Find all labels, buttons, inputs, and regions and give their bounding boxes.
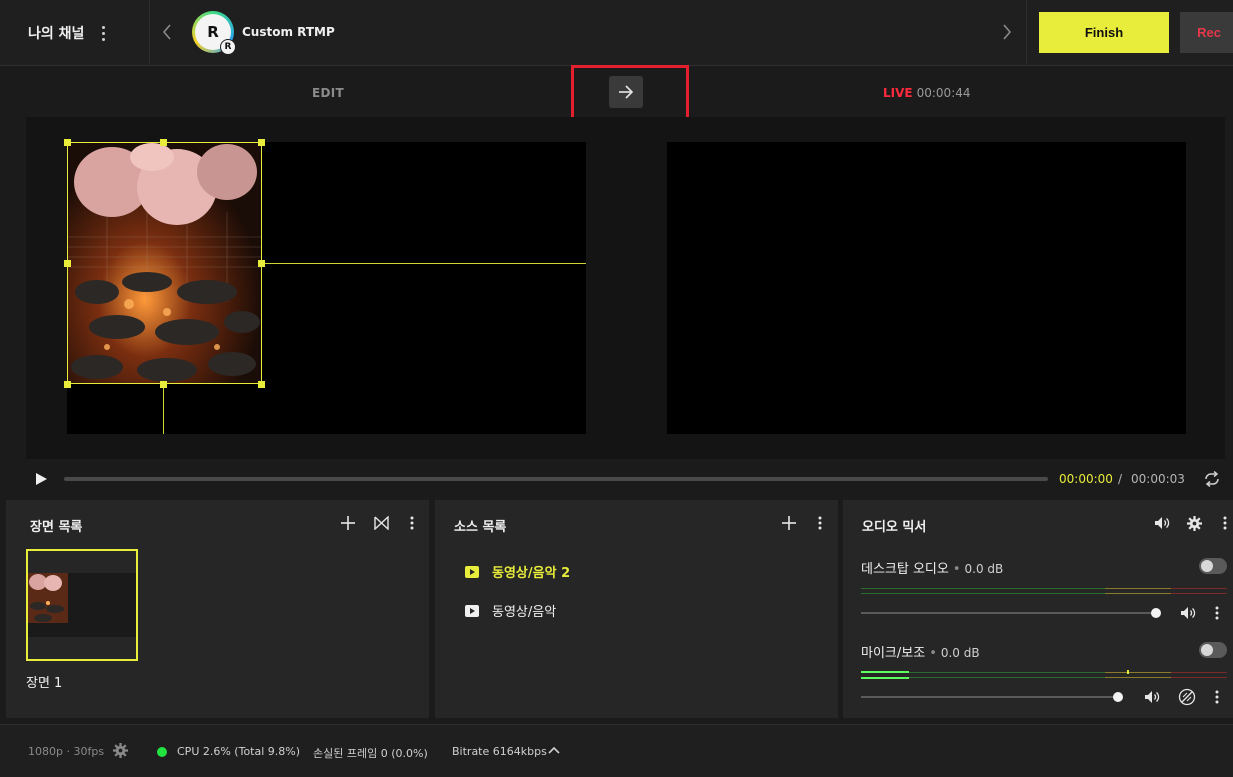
resize-handle[interactable] bbox=[258, 381, 265, 388]
mixer-channel-mic: 마이크/보조 • 0.0 dB bbox=[861, 646, 980, 661]
add-source-button[interactable] bbox=[781, 515, 797, 531]
dropped-frames-status: 손실된 프레임 0 (0.0%) bbox=[313, 747, 428, 760]
channel-enable-toggle[interactable] bbox=[1199, 558, 1227, 574]
mode-bar: EDIT LIVE 00:00:44 bbox=[0, 65, 1233, 123]
noise-filter-button[interactable] bbox=[1177, 688, 1197, 706]
volume-slider-knob[interactable] bbox=[1113, 692, 1123, 702]
seek-bar[interactable] bbox=[64, 477, 1048, 481]
scene-transition-button[interactable] bbox=[373, 515, 389, 531]
selection-frame[interactable] bbox=[67, 142, 262, 384]
more-vertical-icon bbox=[818, 516, 822, 530]
snap-guide-vertical bbox=[163, 384, 164, 434]
snap-guide-horizontal bbox=[262, 263, 586, 264]
bitrate-status: Bitrate 6164kbps bbox=[452, 745, 547, 758]
mixer-volume-button[interactable] bbox=[1153, 515, 1171, 531]
scene-label[interactable]: 장면 1 bbox=[26, 672, 62, 691]
channel-name: 나의 채널 bbox=[28, 26, 85, 42]
cpu-status: CPU 2.6% (Total 9.8%) bbox=[177, 745, 301, 758]
source-label: 동영상/음악 bbox=[492, 605, 557, 620]
loop-icon[interactable] bbox=[1203, 471, 1221, 487]
scene-thumbnail[interactable] bbox=[26, 549, 138, 661]
more-vertical-icon bbox=[1215, 690, 1219, 704]
source-item-video-2[interactable]: 동영상/음악 2 bbox=[465, 562, 570, 581]
channel-db: 0.0 dB bbox=[940, 646, 980, 660]
chevron-right-icon[interactable] bbox=[1000, 22, 1014, 42]
resize-handle[interactable] bbox=[64, 381, 71, 388]
status-bar: 1080p · 30fps CPU 2.6% (Total 9.8%) 손실된 … bbox=[0, 724, 1233, 777]
channel-mute-button[interactable] bbox=[1143, 689, 1161, 705]
channel-more-button[interactable] bbox=[1211, 605, 1223, 621]
live-time: 00:00:44 bbox=[916, 86, 971, 100]
app-root: 나의 채널 R R Custom RTMP Finish Rec EDIT LI… bbox=[0, 0, 1233, 777]
sources-more-button[interactable] bbox=[814, 515, 826, 531]
resize-handle[interactable] bbox=[258, 139, 265, 146]
video-source-icon bbox=[465, 565, 479, 578]
resize-handle[interactable] bbox=[64, 139, 71, 146]
channel-enable-toggle[interactable] bbox=[1199, 642, 1227, 658]
live-canvas bbox=[667, 142, 1186, 434]
platform-logo: R R bbox=[192, 11, 236, 55]
volume-slider-knob[interactable] bbox=[1151, 608, 1161, 618]
current-time: 00:00:00 bbox=[1059, 472, 1113, 486]
top-bar: 나의 채널 R R Custom RTMP Finish Rec bbox=[0, 0, 1233, 66]
plus-icon bbox=[341, 516, 355, 530]
mixer-more-button[interactable] bbox=[1219, 515, 1231, 531]
mixer-title: 오디오 믹서 bbox=[862, 520, 927, 535]
transition-icon bbox=[373, 516, 389, 530]
add-scene-button[interactable] bbox=[340, 515, 356, 531]
channel-selector[interactable]: 나의 채널 bbox=[0, 0, 150, 66]
channel-db: 0.0 dB bbox=[964, 562, 1004, 576]
audio-mixer-panel: 오디오 믹서 데스크탑 오디오 • 0.0 dB 마이크/보조 • 0.0 dB bbox=[843, 500, 1233, 718]
scenes-title: 장면 목록 bbox=[30, 520, 83, 535]
divider bbox=[1026, 0, 1027, 66]
source-item-video[interactable]: 동영상/음악 bbox=[465, 601, 556, 620]
finish-button[interactable]: Finish bbox=[1039, 12, 1169, 53]
resize-handle[interactable] bbox=[160, 139, 167, 146]
live-label: LIVE bbox=[883, 86, 913, 100]
sources-panel: 소스 목록 동영상/음악 2 동영상/음악 bbox=[435, 500, 838, 718]
time-separator: / bbox=[1118, 472, 1123, 486]
channel-more-icon[interactable] bbox=[98, 24, 109, 43]
more-vertical-icon bbox=[1215, 606, 1219, 620]
live-indicator: LIVE 00:00:44 bbox=[883, 86, 971, 100]
video-source-icon bbox=[465, 604, 479, 617]
edit-label: EDIT bbox=[312, 86, 345, 100]
channel-label: 마이크/보조 bbox=[861, 646, 926, 661]
platform-item[interactable]: R R Custom RTMP bbox=[192, 11, 335, 55]
highlight-box bbox=[571, 65, 689, 123]
sources-title: 소스 목록 bbox=[454, 520, 507, 535]
resolution-status: 1080p · 30fps bbox=[28, 745, 105, 758]
platform-name: Custom RTMP bbox=[242, 25, 335, 39]
rec-button[interactable]: Rec bbox=[1180, 12, 1233, 53]
speaker-icon bbox=[1155, 517, 1170, 529]
gear-icon bbox=[1186, 515, 1202, 531]
speaker-icon bbox=[1145, 691, 1160, 703]
channel-more-button[interactable] bbox=[1211, 689, 1223, 705]
scenes-panel: 장면 목록 장면 1 bbox=[6, 500, 429, 718]
chevron-up-icon[interactable] bbox=[548, 746, 560, 754]
volume-slider[interactable] bbox=[861, 608, 1161, 618]
scene-thumbnail-frame bbox=[28, 573, 136, 637]
mixer-channel-desktop: 데스크탑 오디오 • 0.0 dB bbox=[861, 562, 1004, 577]
channel-label: 데스크탑 오디오 bbox=[861, 562, 949, 577]
mixer-settings-button[interactable] bbox=[1185, 515, 1203, 531]
resize-handle[interactable] bbox=[64, 260, 71, 267]
more-vertical-icon bbox=[1223, 516, 1227, 530]
play-icon[interactable] bbox=[34, 472, 48, 486]
total-time: 00:00:03 bbox=[1131, 472, 1185, 486]
level-meter bbox=[861, 670, 1227, 680]
more-vertical-icon bbox=[410, 516, 414, 530]
mute-icon bbox=[1178, 688, 1196, 706]
cpu-status-dot bbox=[157, 747, 167, 757]
volume-slider[interactable] bbox=[861, 692, 1123, 702]
channel-mute-button[interactable] bbox=[1179, 605, 1197, 621]
source-label: 동영상/음악 2 bbox=[492, 566, 571, 581]
scene-thumbnail-image bbox=[28, 573, 68, 623]
level-meter bbox=[861, 588, 1227, 596]
gear-icon[interactable] bbox=[113, 743, 128, 758]
scenes-more-button[interactable] bbox=[406, 515, 418, 531]
speaker-icon bbox=[1181, 607, 1196, 619]
plus-icon bbox=[782, 516, 796, 530]
chevron-left-icon[interactable] bbox=[160, 22, 174, 42]
